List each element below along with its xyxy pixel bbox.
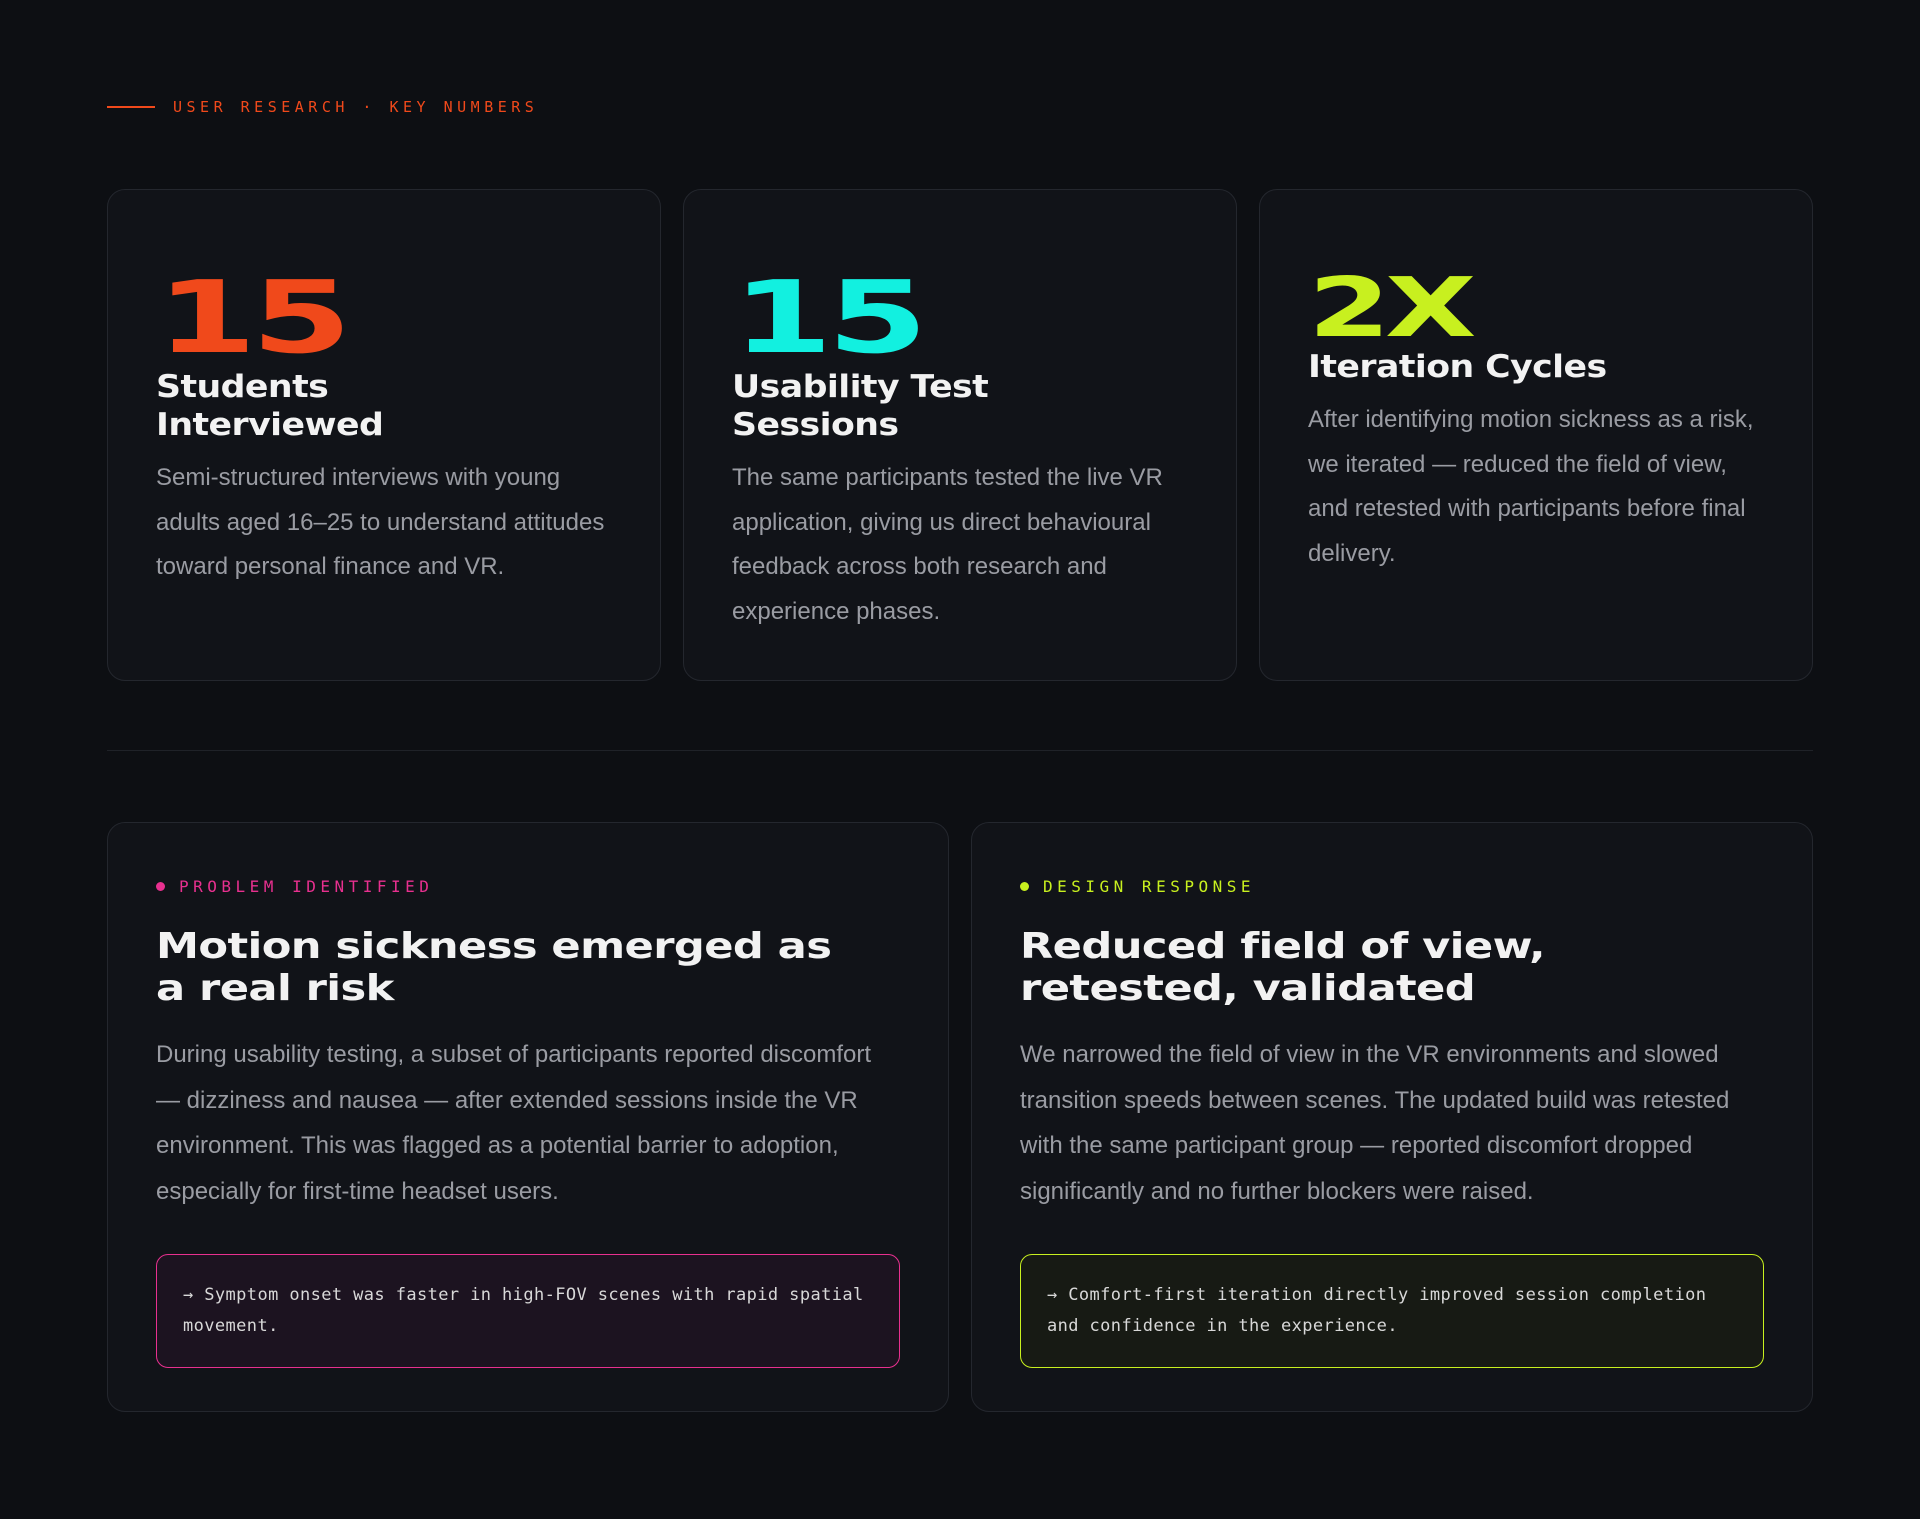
stat-value: 2X	[1308, 261, 1477, 356]
eyebrow-rule	[107, 106, 155, 108]
eyebrow-label: USER RESEARCH · KEY NUMBERS	[173, 98, 539, 116]
stat-title: Iteration Cycles	[1308, 349, 1607, 385]
stat-card-iterations: 2X Iteration Cycles After identifying mo…	[1259, 189, 1813, 681]
response-card: DESIGN RESPONSE Reduced field of view, r…	[971, 822, 1813, 1412]
tag-label: PROBLEM IDENTIFIED	[179, 877, 434, 896]
key-numbers-row: 15 Students Interviewed Semi-structured …	[107, 189, 1813, 681]
problem-description: During usability testing, a subset of pa…	[156, 1041, 872, 1205]
problem-callout: → Symptom onset was faster in high-FOV s…	[156, 1254, 900, 1368]
response-description: We narrowed the field of view in the VR …	[1020, 1041, 1730, 1205]
response-title: Reduced field of view, retested, validat…	[1020, 926, 1546, 1009]
stat-value: 15	[156, 259, 352, 376]
stat-description: After identifying motion sickness as a r…	[1308, 406, 1754, 567]
stat-title: Students Interviewed	[156, 369, 384, 443]
section-divider	[107, 750, 1813, 751]
stat-description: Semi-structured interviews with young ad…	[156, 464, 605, 580]
stat-value: 15	[732, 259, 928, 376]
response-callout: → Comfort-first iteration directly impro…	[1020, 1254, 1764, 1368]
problem-card: PROBLEM IDENTIFIED Motion sickness emerg…	[107, 822, 949, 1412]
problem-tag: PROBLEM IDENTIFIED	[156, 877, 900, 896]
stat-description: The same participants tested the live VR…	[732, 464, 1163, 625]
stat-title: Usability Test Sessions	[732, 369, 989, 443]
findings-row: PROBLEM IDENTIFIED Motion sickness emerg…	[107, 822, 1813, 1412]
stat-card-students: 15 Students Interviewed Semi-structured …	[107, 189, 661, 681]
response-tag: DESIGN RESPONSE	[1020, 877, 1764, 896]
problem-title: Motion sickness emerged as a real risk	[156, 926, 832, 1009]
lime-dot-icon	[1020, 882, 1029, 891]
pink-dot-icon	[156, 882, 165, 891]
tag-label: DESIGN RESPONSE	[1043, 877, 1255, 896]
stat-card-sessions: 15 Usability Test Sessions The same part…	[683, 189, 1237, 681]
section-eyebrow: USER RESEARCH · KEY NUMBERS	[107, 98, 538, 116]
